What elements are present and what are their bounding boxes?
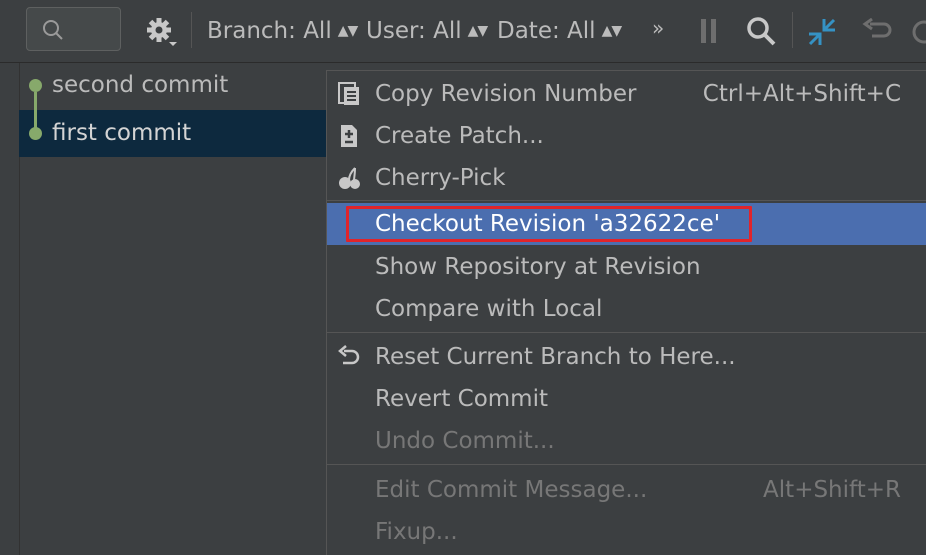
menu-item-label: Compare with Local [375,296,603,322]
commit-row-selected[interactable]: first commit [19,110,339,157]
menu-item-create-patch[interactable]: Create Patch... [327,115,926,157]
menu-item-label: Fixup... [375,519,458,545]
menu-item-checkout-revision[interactable]: Checkout Revision 'a32622ce' [327,203,926,245]
graph-edge [34,92,37,132]
user-filter[interactable]: User: All ▲▼ [366,15,489,47]
cherry-icon [339,167,360,189]
undo-icon[interactable] [862,18,892,46]
undo-icon [338,345,360,365]
menu-item-edit-message[interactable]: Edit Commit Message... Alt+Shift+R [327,469,926,511]
collapse-icon[interactable] [806,16,838,48]
menu-item-fixup[interactable]: Fixup... [327,511,926,553]
menu-item-compare-local[interactable]: Compare with Local [327,288,926,330]
menu-item-label: Reset Current Branch to Here... [375,344,736,370]
menu-item-revert-commit[interactable]: Revert Commit [327,378,926,420]
pause-icon[interactable] [698,18,720,44]
menu-item-show-repository[interactable]: Show Repository at Revision [327,246,926,288]
menu-item-label: Revert Commit [375,386,548,412]
copy-icon [338,82,359,105]
menu-item-label: Edit Commit Message... [375,477,648,503]
menu-item-label: Copy Revision Number [375,81,637,107]
find-icon[interactable] [745,15,777,47]
updown-arrows-icon: ▲▼ [467,23,489,39]
commit-message: second commit [52,72,229,98]
menu-item-label: Create Patch... [375,123,544,149]
menu-separator [327,332,926,333]
graph-node-icon [29,79,42,92]
refresh-icon[interactable] [910,18,926,46]
menu-item-label: Cherry-Pick [375,165,506,191]
gear-icon[interactable] [145,16,179,48]
patch-icon [341,125,357,147]
log-toolbar: Branch: All ▲▼ User: All ▲▼ Date: All ▲▼ » [0,0,926,63]
left-gutter [0,0,20,555]
updown-arrows-icon: ▲▼ [337,23,359,39]
commit-message: first commit [52,120,192,146]
menu-separator [327,200,926,201]
menu-item-label: Checkout Revision 'a32622ce' [375,211,721,237]
updown-arrows-icon: ▲▼ [601,23,623,39]
menu-item-label: Show Repository at Revision [375,254,701,280]
more-filters-icon[interactable]: » [652,12,664,44]
menu-item-shortcut: Ctrl+Alt+Shift+C [702,81,901,107]
branch-filter-label: Branch: All [207,18,332,44]
toolbar-separator [191,12,192,48]
menu-item-undo-commit[interactable]: Undo Commit... [327,420,926,462]
search-icon [43,20,63,40]
menu-separator [327,464,926,465]
menu-item-reset-branch[interactable]: Reset Current Branch to Here... [327,336,926,378]
menu-item-copy-revision[interactable]: Copy Revision Number Ctrl+Alt+Shift+C [327,73,926,115]
date-filter[interactable]: Date: All ▲▼ [497,15,623,47]
user-filter-label: User: All [366,18,462,44]
search-input[interactable] [26,7,121,51]
menu-item-shortcut: Alt+Shift+R [763,477,901,503]
commit-context-menu: Copy Revision Number Ctrl+Alt+Shift+C Cr… [326,70,926,555]
commit-row[interactable]: second commit [19,62,339,109]
menu-item-cherry-pick[interactable]: Cherry-Pick [327,157,926,199]
branch-filter[interactable]: Branch: All ▲▼ [207,15,359,47]
date-filter-label: Date: All [497,18,596,44]
menu-item-label: Undo Commit... [375,428,555,454]
git-log-window: Branch: All ▲▼ User: All ▲▼ Date: All ▲▼ » [0,0,926,555]
toolbar-separator [792,12,793,48]
